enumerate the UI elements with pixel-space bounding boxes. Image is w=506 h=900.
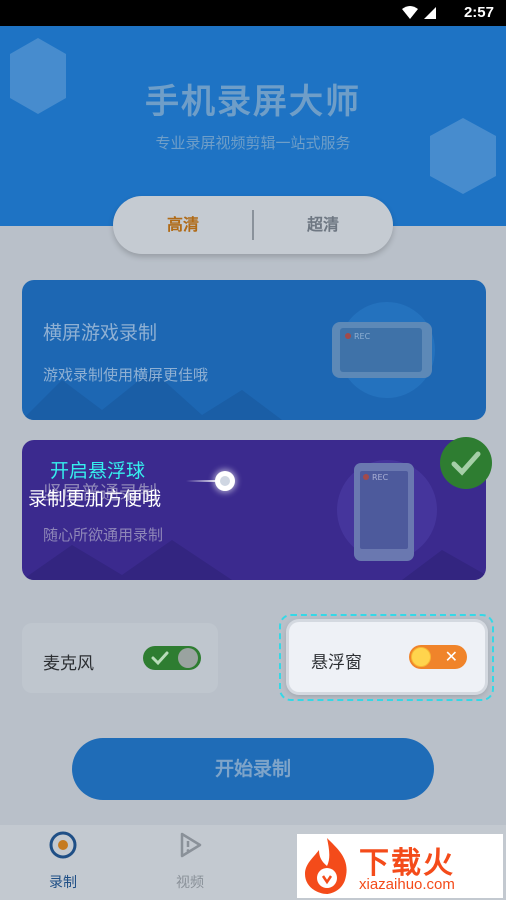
quality-toggle: 高清 超清 <box>113 196 393 254</box>
card-desc: 游戏录制使用横屏更佳哦 <box>43 366 209 384</box>
selected-check-icon <box>440 437 492 489</box>
phone-rec-icon: REC <box>337 460 437 561</box>
app-subtitle: 专业录屏视频剪辑一站式服务 <box>155 134 351 152</box>
tooltip-line2: 录制更加方便哦 <box>28 488 162 510</box>
status-bar: 2:57 <box>0 0 506 26</box>
mic-toggle[interactable] <box>143 646 201 670</box>
watermark-logo: 下载火 xiazaihuo.com <box>297 834 503 898</box>
hexagon-decor-icon <box>430 118 496 194</box>
toggle-knob <box>178 648 198 668</box>
watermark-url: xiazaihuo.com <box>359 876 455 893</box>
nav-label: 视频 <box>176 875 204 891</box>
tooltip-dot-icon <box>215 471 235 491</box>
nav-label: 录制 <box>49 875 77 891</box>
mic-label: 麦克风 <box>43 654 94 674</box>
start-record-button[interactable]: 开始录制 <box>72 738 434 800</box>
check-icon <box>151 651 169 666</box>
tablet-rec-icon: REC <box>332 302 435 398</box>
quality-option-uhd[interactable]: 超清 <box>253 196 393 254</box>
highlight-outline <box>279 614 494 701</box>
status-time: 2:57 <box>463 4 494 21</box>
app-title: 手机录屏大师 <box>145 82 361 122</box>
nav-item-record[interactable]: 录制 <box>23 825 103 900</box>
record-icon <box>49 831 77 859</box>
card-desc: 随心所欲通用录制 <box>43 526 164 544</box>
mic-setting: 麦克风 <box>22 623 218 693</box>
fire-logo-icon <box>305 838 347 894</box>
tooltip-line1: 开启悬浮球 <box>50 460 146 482</box>
quality-option-hd[interactable]: 高清 <box>113 196 253 254</box>
tablet-rec-label: REC <box>354 332 371 341</box>
wifi-icon <box>402 6 436 19</box>
video-icon <box>180 832 202 858</box>
card-title: 横屏游戏录制 <box>43 322 158 344</box>
phone-rec-label: REC <box>372 473 389 482</box>
nav-item-video[interactable]: 视频 <box>150 825 230 900</box>
landscape-record-card[interactable]: 横屏游戏录制 游戏录制使用横屏更佳哦 REC <box>22 280 486 420</box>
